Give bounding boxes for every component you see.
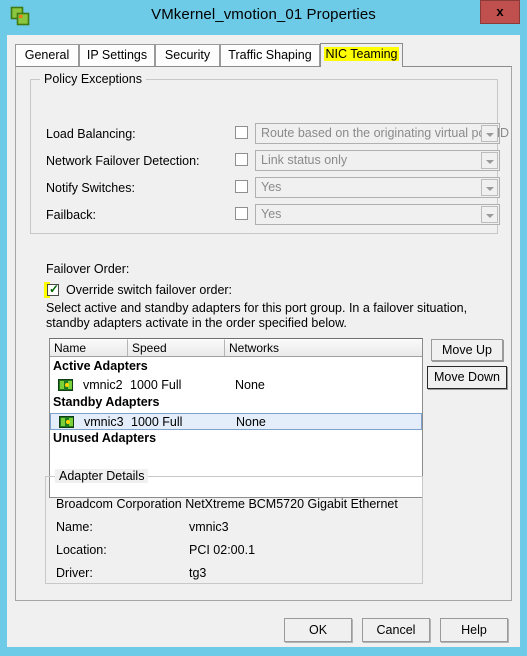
adapter-location-label: Location: bbox=[56, 543, 107, 557]
window-title: VMkernel_vmotion_01 Properties bbox=[151, 6, 376, 23]
adapter-name-label: Name: bbox=[56, 520, 93, 534]
chevron-down-icon[interactable] bbox=[481, 152, 498, 169]
adapter-speed: 1000 Full bbox=[131, 415, 183, 429]
group-unused-adapters: Unused Adapters bbox=[53, 431, 157, 445]
failover-description: Select active and standby adapters for t… bbox=[46, 301, 468, 330]
adapter-device-name: Broadcom Corporation NetXtreme BCM5720 G… bbox=[56, 497, 398, 511]
group-active-adapters: Active Adapters bbox=[53, 359, 148, 373]
check-icon: ✓ bbox=[49, 282, 60, 296]
column-header-name[interactable]: Name bbox=[50, 339, 128, 356]
tab-label: NIC Teaming bbox=[324, 47, 399, 61]
failback-dropdown[interactable]: Yes bbox=[255, 204, 500, 225]
column-header-speed[interactable]: Speed bbox=[128, 339, 225, 356]
failback-checkbox[interactable] bbox=[235, 207, 248, 220]
tab-label: General bbox=[24, 48, 70, 62]
tab-label: IP Settings bbox=[86, 48, 148, 62]
adapter-driver-value: tg3 bbox=[189, 566, 207, 580]
tab-label: Security bbox=[164, 48, 211, 62]
tab-label: Traffic Shaping bbox=[228, 48, 312, 62]
override-switch-failover-order-row[interactable]: ✓ Override switch failover order: bbox=[44, 282, 232, 298]
adapter-driver-label: Driver: bbox=[56, 566, 93, 580]
chevron-down-icon[interactable] bbox=[481, 206, 498, 223]
adapter-name: vmnic3 bbox=[84, 415, 124, 429]
nic-teaming-panel: Policy Exceptions Load Balancing: Route … bbox=[15, 66, 512, 601]
policy-exceptions-label: Policy Exceptions bbox=[40, 72, 146, 86]
adapter-location-value: PCI 02:00.1 bbox=[189, 543, 256, 557]
override-switch-failover-order-checkbox[interactable]: ✓ bbox=[47, 282, 60, 296]
tab-security[interactable]: Security bbox=[155, 44, 220, 67]
load-balancing-value: Route based on the originating virtual p… bbox=[261, 126, 510, 140]
dialog-body: General IP Settings Security Traffic Sha… bbox=[7, 35, 520, 647]
notify-switches-dropdown[interactable]: Yes bbox=[255, 177, 500, 198]
network-adapter-icon bbox=[58, 379, 73, 391]
list-header: Name Speed Networks bbox=[50, 339, 422, 357]
chevron-down-icon[interactable] bbox=[481, 179, 498, 196]
notify-switches-checkbox[interactable] bbox=[235, 180, 248, 193]
chevron-down-icon[interactable] bbox=[481, 125, 498, 142]
adapter-speed: 1000 Full bbox=[130, 378, 182, 392]
dialog-window: VMkernel_vmotion_01 Properties x General… bbox=[0, 0, 527, 656]
adapter-details-label: Adapter Details bbox=[55, 469, 149, 483]
move-down-button[interactable]: Move Down bbox=[427, 366, 507, 389]
adapter-networks: None bbox=[235, 378, 265, 392]
tab-nic-teaming[interactable]: NIC Teaming bbox=[320, 43, 403, 67]
load-balancing-label: Load Balancing: bbox=[46, 127, 136, 141]
load-balancing-dropdown[interactable]: Route based on the originating virtual p… bbox=[255, 123, 509, 144]
ok-button[interactable]: OK bbox=[284, 618, 352, 642]
network-failover-detection-checkbox[interactable] bbox=[235, 153, 248, 166]
cancel-button[interactable]: Cancel bbox=[362, 618, 430, 642]
help-button[interactable]: Help bbox=[440, 618, 508, 642]
column-header-networks[interactable]: Networks bbox=[225, 339, 422, 356]
tab-ip-settings[interactable]: IP Settings bbox=[79, 44, 155, 67]
tab-general[interactable]: General bbox=[15, 44, 79, 67]
network-failover-detection-dropdown[interactable]: Link status only bbox=[255, 150, 500, 171]
failback-label: Failback: bbox=[46, 208, 97, 222]
notify-switches-value: Yes bbox=[261, 180, 282, 194]
network-failover-detection-value: Link status only bbox=[261, 153, 348, 167]
adapter-details-group: Adapter Details bbox=[45, 469, 423, 584]
failback-value: Yes bbox=[261, 207, 282, 221]
title-bar: VMkernel_vmotion_01 Properties x bbox=[0, 0, 527, 35]
close-button[interactable]: x bbox=[480, 0, 520, 24]
network-adapter-icon bbox=[59, 416, 74, 428]
move-up-button[interactable]: Move Up bbox=[431, 339, 503, 361]
network-failover-detection-label: Network Failover Detection: bbox=[46, 154, 200, 168]
group-standby-adapters: Standby Adapters bbox=[53, 395, 160, 409]
load-balancing-checkbox[interactable] bbox=[235, 126, 248, 139]
notify-switches-label: Notify Switches: bbox=[46, 181, 135, 195]
override-switch-failover-order-label: Override switch failover order: bbox=[66, 283, 233, 297]
failover-order-heading: Failover Order: bbox=[46, 262, 130, 276]
adapter-name-value: vmnic3 bbox=[189, 520, 229, 534]
table-row[interactable]: vmnic2 1000 Full None bbox=[50, 377, 422, 394]
table-row[interactable]: vmnic3 1000 Full None bbox=[50, 413, 422, 430]
tab-traffic-shaping[interactable]: Traffic Shaping bbox=[220, 44, 320, 67]
adapter-name: vmnic2 bbox=[83, 378, 123, 392]
tab-strip: General IP Settings Security Traffic Sha… bbox=[15, 43, 512, 67]
adapter-networks: None bbox=[236, 415, 266, 429]
